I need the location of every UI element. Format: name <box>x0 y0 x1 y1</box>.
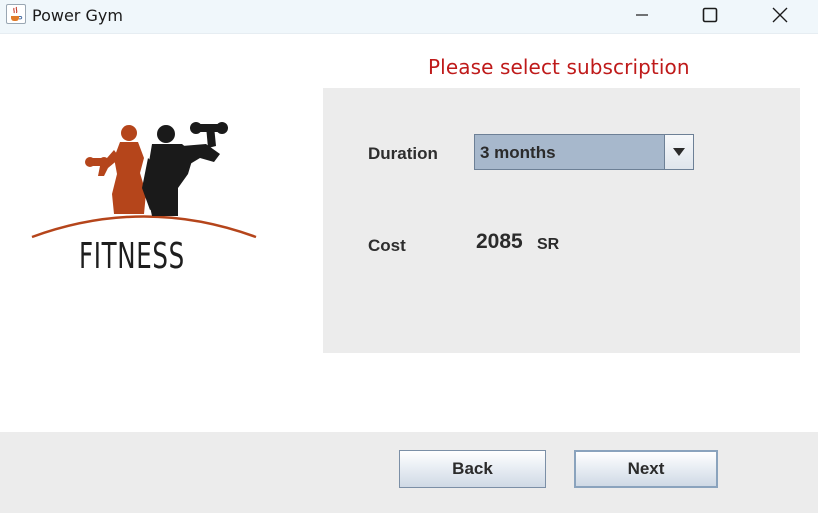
close-icon <box>772 7 788 23</box>
dropdown-arrow-button[interactable] <box>664 135 693 169</box>
duration-label: Duration <box>368 144 438 163</box>
back-button[interactable]: Back <box>399 450 546 488</box>
java-coffee-icon[interactable] <box>6 4 26 24</box>
title-bar: Power Gym <box>0 0 818 34</box>
cost-value: 2085 <box>476 230 523 253</box>
maximize-button[interactable] <box>676 0 744 30</box>
page-heading: Please select subscription <box>428 55 690 79</box>
subscription-panel <box>323 88 800 353</box>
chevron-down-icon <box>673 148 685 156</box>
minimize-icon <box>636 14 648 16</box>
cost-label: Cost <box>368 236 406 255</box>
logo-text: FITNESS <box>79 236 185 277</box>
maximize-icon <box>702 7 718 23</box>
close-button[interactable] <box>746 0 814 30</box>
minimize-button[interactable] <box>608 0 676 30</box>
duration-selected-value: 3 months <box>480 143 556 162</box>
cost-currency: SR <box>537 236 560 253</box>
duration-dropdown[interactable]: 3 months <box>474 134 694 170</box>
next-button[interactable]: Next <box>574 450 718 488</box>
window-title: Power Gym <box>32 6 123 25</box>
